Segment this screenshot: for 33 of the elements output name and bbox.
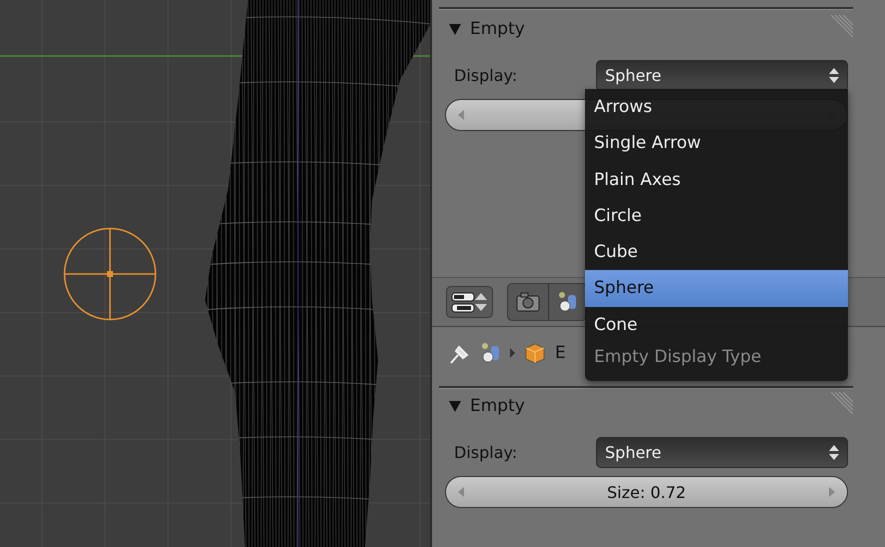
object-name: E — [555, 343, 566, 363]
menu-item[interactable]: Plain Axes — [585, 162, 848, 198]
display-label: Display: — [453, 66, 518, 85]
display-dropdown[interactable]: Sphere — [596, 437, 848, 468]
left-arrow-icon — [458, 110, 464, 120]
drag-handle-icon — [831, 392, 853, 414]
menu-item[interactable]: Arrows — [585, 89, 848, 126]
panel-title: Empty — [470, 396, 525, 416]
toggle-menu-button[interactable] — [446, 286, 493, 318]
size-number-field[interactable]: Size: 0.72 — [445, 476, 848, 508]
empty-sphere-icon — [64, 228, 156, 320]
caret-icon — [510, 348, 515, 358]
objects-icon — [480, 342, 500, 364]
menu-item[interactable]: Cone — [585, 306, 848, 344]
collapse-triangle-icon[interactable] — [449, 400, 461, 412]
right-arrow-icon — [829, 487, 835, 497]
up-down-arrows-icon — [829, 68, 839, 83]
menu-title: Empty Display Type — [593, 346, 762, 370]
drag-handle-icon — [831, 15, 853, 37]
collapse-triangle-icon[interactable] — [449, 24, 461, 34]
panel-title: Empty — [470, 19, 525, 39]
menu-item[interactable]: Sphere — [585, 270, 848, 307]
cube-icon — [525, 342, 545, 364]
left-arrow-icon — [458, 487, 464, 497]
display-dropdown[interactable]: Sphere — [596, 60, 848, 91]
toggle-switch-icon — [451, 291, 488, 313]
menu-item[interactable]: Circle — [585, 198, 848, 234]
up-down-arrows-icon — [829, 445, 839, 460]
camera-icon — [516, 291, 540, 313]
menu-item[interactable]: Cube — [585, 234, 848, 270]
objects-icon — [557, 291, 577, 313]
display-label: Display: — [453, 443, 518, 462]
menu-item[interactable]: Single Arrow — [585, 125, 848, 162]
